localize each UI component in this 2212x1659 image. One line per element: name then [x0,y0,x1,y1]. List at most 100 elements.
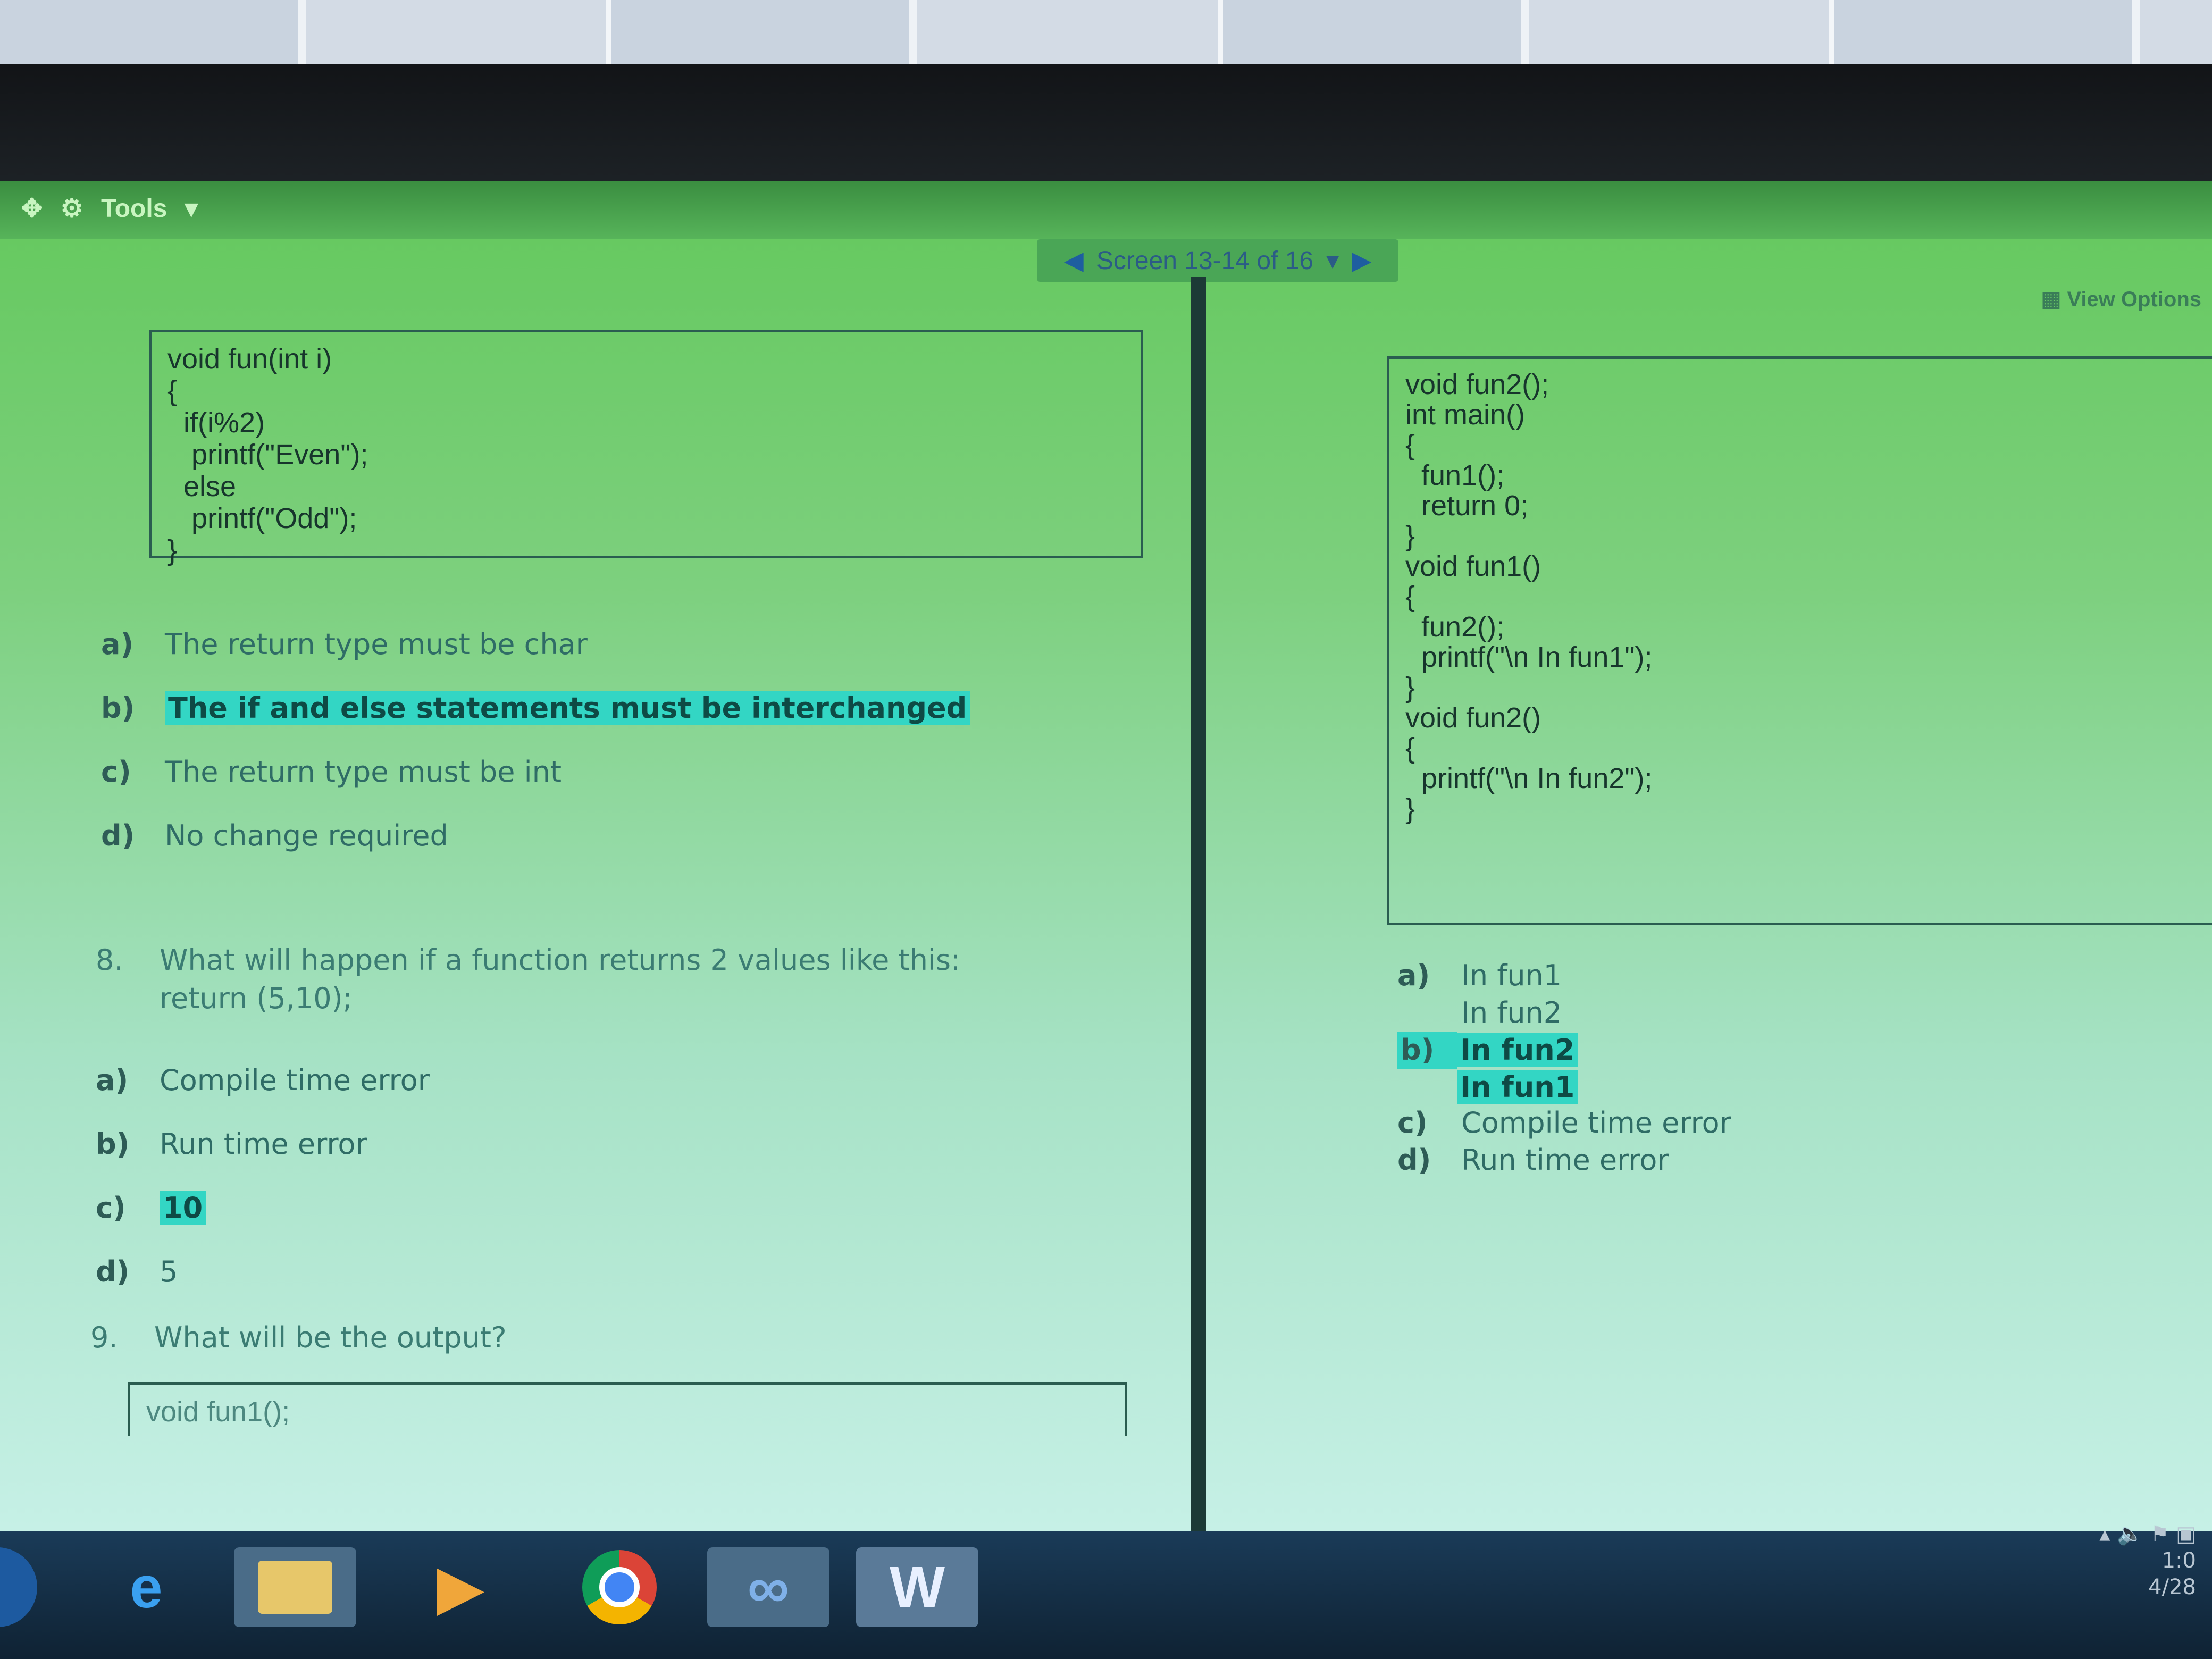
question-code: return (5,10); [160,982,353,1015]
code-box-q10: void fun2(); int main() { fun1(); return… [1387,356,2212,925]
view-options-icon: ▦ [2041,288,2067,311]
question-8: 8. What will happen if a function returns… [96,941,960,1018]
option-letter: d) [101,819,135,852]
option-letter: a) [96,1063,129,1097]
option-text: The return type must be char [165,627,588,661]
question-text: What will be the output? [154,1321,507,1354]
app-icon[interactable]: ∞ [707,1547,830,1627]
option-letter: b) [101,691,135,725]
option-text-selected: In fun2 [1457,1033,1578,1067]
test-screen: ✥ ⚙ Tools ▾ ◀ Screen 13-14 of 16 ▾ ▶ ▦ V… [0,181,2212,1531]
prev-screen-button[interactable]: ◀ [1064,246,1084,275]
code-line: printf("Even"); [167,439,368,471]
option-letter: c) [1397,1106,1428,1139]
code-line: printf("Odd"); [167,502,357,534]
screen-navigator: ◀ Screen 13-14 of 16 ▾ ▶ [1037,239,1398,282]
code-line: printf("\n In fun1"); [1405,641,1653,673]
view-options-label: View Options [2067,288,2201,311]
option-text: No change required [165,819,448,852]
tools-dropdown-icon: ▾ [185,195,198,223]
clock-time[interactable]: 1:0 [2099,1547,2196,1574]
q8-option-b[interactable]: b) Run time error [96,1127,367,1161]
q7-option-c[interactable]: c) The return type must be int [101,755,562,789]
screen-indicator: Screen 13-14 of 16 [1096,246,1314,275]
code-line: } [1405,672,1415,703]
code-line: void fun1(); [146,1396,290,1428]
option-text-selected: 10 [160,1191,206,1225]
code-line: return 0; [1405,490,1529,522]
tools-label: Tools [100,195,167,223]
view-options-button[interactable]: ▦ View Options [2041,287,2201,324]
monitor-bezel [0,64,2212,186]
q8-option-c[interactable]: c) 10 [96,1191,206,1225]
code-line: void fun(int i) [167,343,332,375]
option-text-selected: In fun1 [1457,1070,1578,1104]
code-line: else [167,471,237,502]
option-text: In fun2 [1461,996,1562,1029]
clock-date[interactable]: 4/28 [2099,1574,2196,1601]
code-line: } [1405,520,1415,552]
app-icon[interactable]: ✥ [21,195,43,223]
question-number: 9. [90,1321,118,1354]
option-text: In fun1 [1461,959,1562,992]
option-text: Compile time error [1461,1106,1731,1139]
code-line: { [1405,581,1415,613]
question-text: What will happen if a function returns 2… [160,943,961,977]
next-screen-button[interactable]: ▶ [1352,246,1371,275]
code-line: { [1405,732,1415,764]
pane-divider[interactable] [1191,276,1206,1531]
code-line: int main() [1405,399,1526,431]
tray-icons[interactable]: ▴ 🔈 ⚑ ▣ [2099,1521,2196,1547]
question-9: 9. What will be the output? [90,1319,507,1357]
option-text: Compile time error [160,1063,430,1097]
option-letter: d) [1397,1143,1431,1177]
option-letter: c) [96,1191,126,1225]
option-letter: d) [96,1255,130,1288]
code-line: if(i%2) [167,407,265,439]
option-letter: a) [101,627,134,661]
media-player-icon[interactable]: ▶ [399,1547,521,1627]
code-line: } [1405,793,1415,825]
system-tray: ▴ 🔈 ⚑ ▣ 1:0 4/28 [2099,1521,2196,1601]
code-line: void fun2() [1405,702,1541,734]
tools-gear-icon: ⚙ [60,195,83,223]
code-box-q7: void fun(int i) { if(i%2) printf("Even")… [149,330,1143,566]
screen-dropdown-icon[interactable]: ▾ [1326,246,1339,275]
q10-option-c[interactable]: c) Compile time error [1397,1106,1731,1139]
file-explorer-icon[interactable] [234,1547,356,1627]
option-letter: a) [1397,959,1430,992]
q10-option-d[interactable]: d) Run time error [1397,1143,1669,1177]
code-line: { [1405,429,1415,461]
option-text: Run time error [160,1127,367,1161]
code-line: fun1(); [1405,459,1505,491]
question-number: 8. [96,943,123,977]
code-line: printf("\n In fun2"); [1405,763,1653,794]
code-line: fun2(); [1405,611,1505,643]
code-line: { [167,375,178,407]
top-toolbar: ✥ ⚙ Tools ▾ [0,181,2212,239]
q7-option-b[interactable]: b) The if and else statements must be int… [101,691,970,725]
q8-option-d[interactable]: d) 5 [96,1255,178,1288]
code-line: void fun1() [1405,550,1541,582]
word-icon[interactable]: W [856,1547,978,1627]
option-text: Run time error [1461,1143,1669,1177]
q7-option-d[interactable]: d) No change required [101,819,448,852]
q7-option-a[interactable]: a) The return type must be char [101,627,588,661]
code-box-q9: void fun1(); [128,1382,1127,1436]
chrome-icon[interactable] [558,1547,681,1627]
option-text: 5 [160,1255,178,1288]
chrome-logo [582,1550,657,1624]
folder-icon [258,1561,332,1614]
option-text: The return type must be int [165,755,562,789]
option-letter: c) [101,755,131,789]
q8-option-a[interactable]: a) Compile time error [96,1063,430,1097]
code-line: } [167,534,178,566]
q10-option-a[interactable]: a) In fun1 In fun2 [1397,957,1562,1032]
code-line: void fun2(); [1405,368,1549,400]
tools-menu[interactable]: ✥ ⚙ Tools ▾ [21,194,208,223]
option-letter: b) [96,1127,130,1161]
option-letter: b) [1397,1032,1457,1069]
option-text-selected: The if and else statements must be inter… [165,691,970,725]
internet-explorer-icon[interactable]: e [85,1547,207,1627]
q10-option-b[interactable]: b) In fun2 In fun1 [1397,1032,1578,1106]
